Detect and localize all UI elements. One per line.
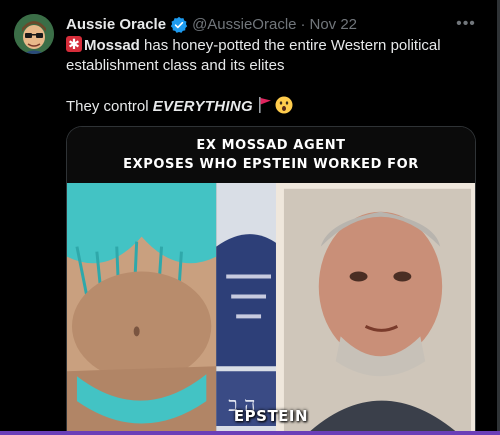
banner-line-1: EX MOSSAD AGENT <box>196 138 346 153</box>
video-banner: EX MOSSAD AGENT EXPOSES WHO EPSTEIN WORK… <box>67 127 475 183</box>
astonished-face-icon <box>275 96 293 114</box>
red-flag-icon <box>257 96 273 114</box>
banner-line-2: EXPOSES WHO EPSTEIN WORKED FOR <box>123 157 419 172</box>
user-handle[interactable]: @AussieOracle <box>192 15 296 35</box>
post-text-line-2: establishment class and its elites <box>66 57 285 74</box>
display-name[interactable]: Aussie Oracle <box>66 15 166 35</box>
post-header: Aussie Oracle @AussieOracle · Nov 22 <box>66 15 357 35</box>
post-line3-start: They control <box>66 98 153 115</box>
separator-dot: · <box>300 16 306 33</box>
video-caption: EPSTEIN <box>233 407 309 425</box>
avatar-cartoon-icon <box>14 14 54 54</box>
post-text: Mossad has honey-potted the entire Weste… <box>66 34 476 117</box>
post-line1-rest: has honey-potted the entire Western poli… <box>139 37 441 54</box>
media-video[interactable]: ה ב EX MOSSAD AGENT EXPOSES WHO EPSTEIN … <box>66 126 476 435</box>
siren-icon <box>66 34 82 54</box>
more-options-icon[interactable]: ••• <box>454 14 478 34</box>
bottom-accent-bar <box>0 431 500 435</box>
post-text-line-1: Mossad has honey-potted the entire Weste… <box>66 34 476 56</box>
post-text-line-3: They control EVERYTHING <box>66 96 476 117</box>
post-emphasis: EVERYTHING <box>152 98 253 115</box>
avatar[interactable] <box>14 14 54 54</box>
verified-badge-icon[interactable] <box>170 16 188 34</box>
post-lead-bold: Mossad <box>84 37 140 54</box>
post-date[interactable]: Nov 22 <box>310 15 358 35</box>
tweet-post[interactable]: Aussie Oracle @AussieOracle · Nov 22 •••… <box>0 0 500 435</box>
